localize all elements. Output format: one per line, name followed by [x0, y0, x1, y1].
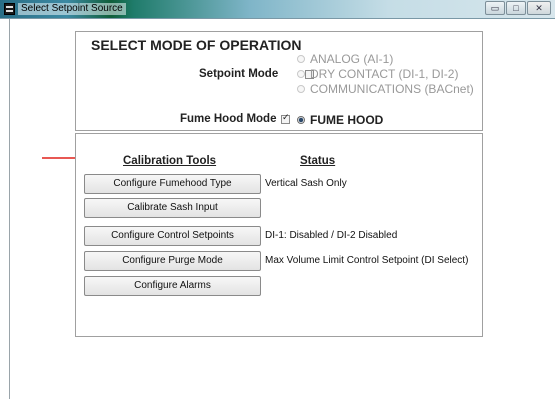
title-bar: Select Setpoint Source ▭ □ ✕ [0, 0, 555, 19]
control-setpoints-status: DI-1: Disabled / DI-2 Disabled [265, 230, 398, 241]
radio-fume-hood[interactable]: FUME HOOD [297, 113, 383, 127]
configure-control-setpoints-button[interactable]: Configure Control Setpoints [84, 226, 261, 246]
radio-button-icon [297, 116, 305, 124]
radio-button-icon [297, 70, 305, 78]
radio-button-icon [297, 55, 305, 63]
calibration-tools-heading: Calibration Tools [123, 155, 217, 167]
window-title: Select Setpoint Source [18, 3, 126, 15]
minimize-button[interactable]: ▭ [485, 1, 505, 15]
radio-communications[interactable]: COMMUNICATIONS (BACnet) [297, 82, 474, 96]
configure-purge-mode-button[interactable]: Configure Purge Mode [84, 251, 261, 271]
window-controls: ▭ □ ✕ [485, 1, 551, 15]
mode-heading: SELECT MODE OF OPERATION [91, 37, 302, 53]
fumehood-type-status: Vertical Sash Only [265, 178, 347, 189]
app-icon [4, 3, 15, 15]
radio-analog-label: ANALOG (AI-1) [310, 52, 394, 66]
calibrate-sash-input-button[interactable]: Calibrate Sash Input [84, 198, 261, 218]
maximize-button[interactable]: □ [506, 1, 526, 15]
status-heading: Status [300, 155, 336, 167]
mode-panel: SELECT MODE OF OPERATION Setpoint Mode A… [75, 31, 483, 131]
radio-communications-label: COMMUNICATIONS (BACnet) [310, 82, 474, 96]
calibration-panel: Calibration Tools Status Configure Fumeh… [75, 133, 483, 337]
close-button[interactable]: ✕ [527, 1, 551, 15]
radio-dry-contact[interactable]: DRY CONTACT (DI-1, DI-2) [297, 67, 458, 81]
purge-mode-status: Max Volume Limit Control Setpoint (DI Se… [265, 255, 469, 266]
fume-hood-mode-checkbox[interactable] [281, 113, 290, 124]
radio-analog[interactable]: ANALOG (AI-1) [297, 52, 393, 66]
radio-dry-contact-label: DRY CONTACT (DI-1, DI-2) [310, 67, 459, 81]
configure-alarms-button[interactable]: Configure Alarms [84, 276, 261, 296]
fume-hood-mode-label: Fume Hood Mode [180, 113, 277, 125]
radio-button-icon [297, 85, 305, 93]
setpoint-mode-label: Setpoint Mode [199, 68, 279, 80]
configure-fumehood-type-button[interactable]: Configure Fumehood Type [84, 174, 261, 194]
radio-fume-hood-label: FUME HOOD [310, 113, 384, 127]
